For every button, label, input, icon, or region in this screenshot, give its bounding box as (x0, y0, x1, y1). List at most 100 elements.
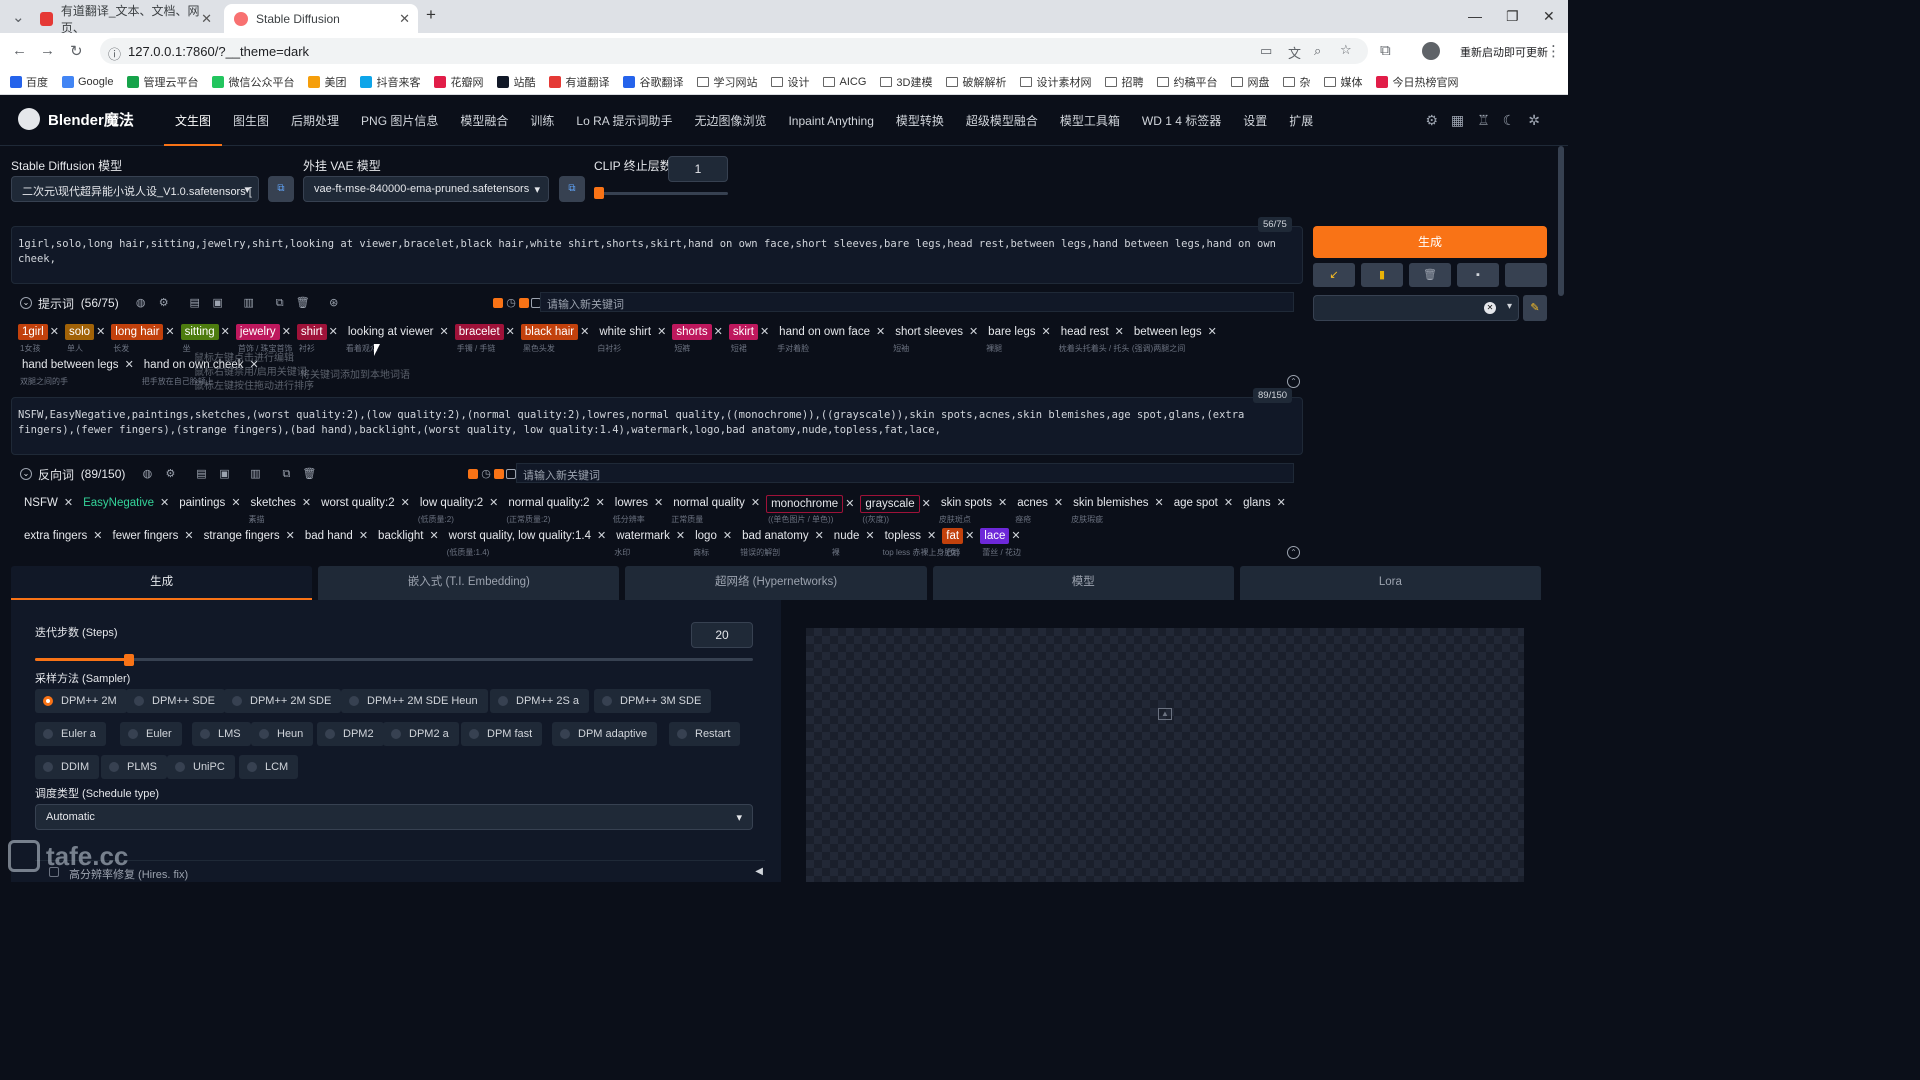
nav-tab[interactable]: 文生图 (164, 96, 223, 146)
bookmark-item[interactable]: 网盘 (1231, 74, 1269, 90)
tag-text[interactable]: age spot (1170, 495, 1222, 511)
sampler-option[interactable]: LMS (192, 722, 251, 746)
bookmark-item[interactable]: 管理云平台 (127, 74, 198, 90)
bookmark-star-icon[interactable]: ☆ (1340, 42, 1352, 58)
refresh-model-button[interactable]: ⧉ (268, 176, 294, 202)
history-icon[interactable]: ▤ (185, 293, 205, 313)
checkbox-icon[interactable] (494, 469, 504, 479)
nav-tab[interactable]: 扩展 (1278, 96, 1324, 146)
collapse-up-icon[interactable]: ⌃ (1287, 375, 1300, 388)
remove-tag-icon[interactable]: ✕ (998, 497, 1007, 509)
checkbox-icon[interactable] (506, 469, 516, 479)
remove-tag-icon[interactable]: ✕ (1115, 326, 1124, 338)
nav-tab[interactable]: 超级模型融合 (955, 96, 1049, 146)
sampler-option[interactable]: DPM fast (461, 722, 543, 746)
remove-tag-icon[interactable]: ✕ (302, 497, 311, 509)
remove-tag-icon[interactable]: ✕ (657, 326, 666, 338)
keyword-tag[interactable]: watermark ✕ 水印 (612, 528, 685, 558)
collapse-up-icon[interactable]: ⌃ (1287, 546, 1300, 559)
keyword-tag[interactable]: head rest ✕ 枕着头托着头 / 托头 (1057, 324, 1130, 354)
keyword-tag[interactable]: logo ✕ 商标 (691, 528, 732, 558)
bookmark-item[interactable]: 今日热榜官网 (1376, 74, 1458, 90)
prompt-keyword-input[interactable]: 请输入新关键词 (540, 292, 1294, 312)
copy-icon[interactable]: ⧉ (276, 464, 296, 484)
remove-tag-icon[interactable]: ✕ (815, 530, 824, 542)
remove-tag-icon[interactable]: ✕ (96, 326, 105, 338)
zoom-icon[interactable]: ⌕ (1314, 43, 1321, 59)
profile-avatar-icon[interactable] (1422, 42, 1440, 60)
collapse-triangle-icon[interactable]: ◀ (755, 866, 763, 877)
hires-accordion[interactable]: 高分辨率修复 (Hires. fix) ◀ (35, 860, 765, 882)
keyword-tag[interactable]: fewer fingers ✕ (109, 528, 194, 558)
history-icon[interactable]: ▤ (191, 464, 211, 484)
keyword-tag[interactable]: lace ✕ 蕾丝 / 花边 (980, 528, 1021, 558)
sub-tab[interactable]: Lora (1239, 566, 1542, 600)
remove-tag-icon[interactable]: ✕ (489, 497, 498, 509)
bookmark-item[interactable]: 媒体 (1324, 74, 1362, 90)
tag-text[interactable]: between legs (1130, 324, 1206, 340)
keyword-tag[interactable]: topless ✕ top less 赤裸上身 (女) (881, 528, 960, 558)
tag-text[interactable]: backlight (374, 528, 427, 544)
keyword-tag[interactable]: skirt ✕ 短裙 (728, 324, 769, 354)
tag-text[interactable]: logo (691, 528, 721, 544)
negative-prompt-textarea[interactable]: NSFW,EasyNegative,paintings,sketches,(wo… (11, 397, 1303, 455)
gear-icon[interactable]: ✲ (1528, 112, 1540, 129)
keyword-tag[interactable]: between legs ✕ (强调)两腿之间 (1130, 324, 1217, 354)
sampler-option[interactable]: DPM++ 2S a (490, 689, 589, 713)
keyword-tag[interactable]: shirt ✕ 衬衫 (296, 324, 338, 354)
tag-text[interactable]: solo (64, 324, 95, 340)
settings-icon[interactable]: ⚙ (154, 293, 174, 313)
negative-keyword-input[interactable]: 请输入新关键词 (516, 463, 1294, 483)
keyword-tag[interactable]: EasyNegative ✕ (79, 495, 169, 525)
keyword-tag[interactable]: shorts ✕ 短裤 (672, 324, 723, 354)
remove-tag-icon[interactable]: ✕ (1208, 326, 1217, 338)
bookmark-item[interactable]: 招聘 (1105, 74, 1143, 90)
sampler-option[interactable]: Euler (120, 722, 182, 746)
tag-text[interactable]: long hair (111, 324, 164, 340)
forward-icon[interactable]: → (40, 42, 55, 59)
palette-icon[interactable]: ◍ (137, 464, 157, 484)
keyword-tag[interactable]: glans ✕ (1239, 495, 1286, 525)
remove-tag-icon[interactable]: ✕ (580, 326, 589, 338)
favorite-icon[interactable]: ▣ (208, 293, 228, 313)
bookmark-item[interactable]: 百度 (10, 74, 48, 90)
settings-gear-icon[interactable]: ⚙ (1425, 112, 1438, 129)
keyword-tag[interactable]: looking at viewer ✕ 看着观众 (344, 324, 449, 354)
steps-input[interactable]: 20 (691, 622, 753, 648)
remove-tag-icon[interactable]: ✕ (1224, 497, 1233, 509)
tag-text[interactable]: skin blemishes (1069, 495, 1152, 511)
clear-styles-icon[interactable]: ✕ (1484, 302, 1496, 314)
tag-text[interactable]: strange fingers (200, 528, 284, 544)
translate-all-icon[interactable]: ▥ (239, 293, 259, 313)
tag-text[interactable]: grayscale (860, 495, 920, 513)
remove-tag-icon[interactable]: ✕ (654, 497, 663, 509)
keyword-tag[interactable]: bad anatomy ✕ 错误的解剖 (738, 528, 824, 558)
keyword-tag[interactable]: jewelry ✕ 首饰 / 珠宝首饰 (235, 324, 293, 354)
screen-cast-icon[interactable]: ▭ (1260, 43, 1272, 59)
remove-tag-icon[interactable]: ✕ (440, 326, 449, 338)
tag-text[interactable]: normal quality (669, 495, 749, 511)
steps-slider-handle[interactable] (124, 654, 135, 666)
clip-slider[interactable] (594, 192, 728, 195)
browser-tab-youdao[interactable]: 有道翻译_文本、文档、网页、 ✕ (30, 4, 220, 35)
remove-tag-icon[interactable]: ✕ (282, 326, 291, 338)
sampler-option[interactable]: Restart (669, 722, 741, 746)
restore-icon[interactable]: ❐ (1506, 8, 1519, 25)
bookmark-item[interactable]: 抖音来客 (360, 74, 420, 90)
tag-text[interactable]: skin spots (937, 495, 996, 511)
tag-text[interactable]: black hair (520, 324, 579, 340)
keyword-tag[interactable]: normal quality:2 ✕ (正常质量:2) (504, 495, 604, 525)
right-scrollbar[interactable] (1558, 146, 1564, 296)
keyword-tag[interactable]: bare legs ✕ 裸腿 (984, 324, 1051, 354)
clock-icon[interactable]: ◷ (480, 464, 492, 484)
sampler-option[interactable]: Euler a (35, 722, 106, 746)
nav-tab[interactable]: 后期处理 (280, 96, 350, 146)
keyword-tag[interactable]: black hair ✕ 黑色头发 (520, 324, 589, 354)
remove-tag-icon[interactable]: ✕ (596, 497, 605, 509)
tag-text[interactable]: monochrome (766, 495, 844, 513)
tag-text[interactable]: paintings (175, 495, 229, 511)
edit-styles-button[interactable]: ✎ (1523, 295, 1547, 321)
sampler-option[interactable]: DPM2 a (383, 722, 459, 746)
keyword-tag[interactable]: nude ✕ 裸 (830, 528, 875, 558)
prompt-textarea[interactable]: 1girl,solo,long hair,sitting,jewelry,shi… (11, 226, 1303, 284)
